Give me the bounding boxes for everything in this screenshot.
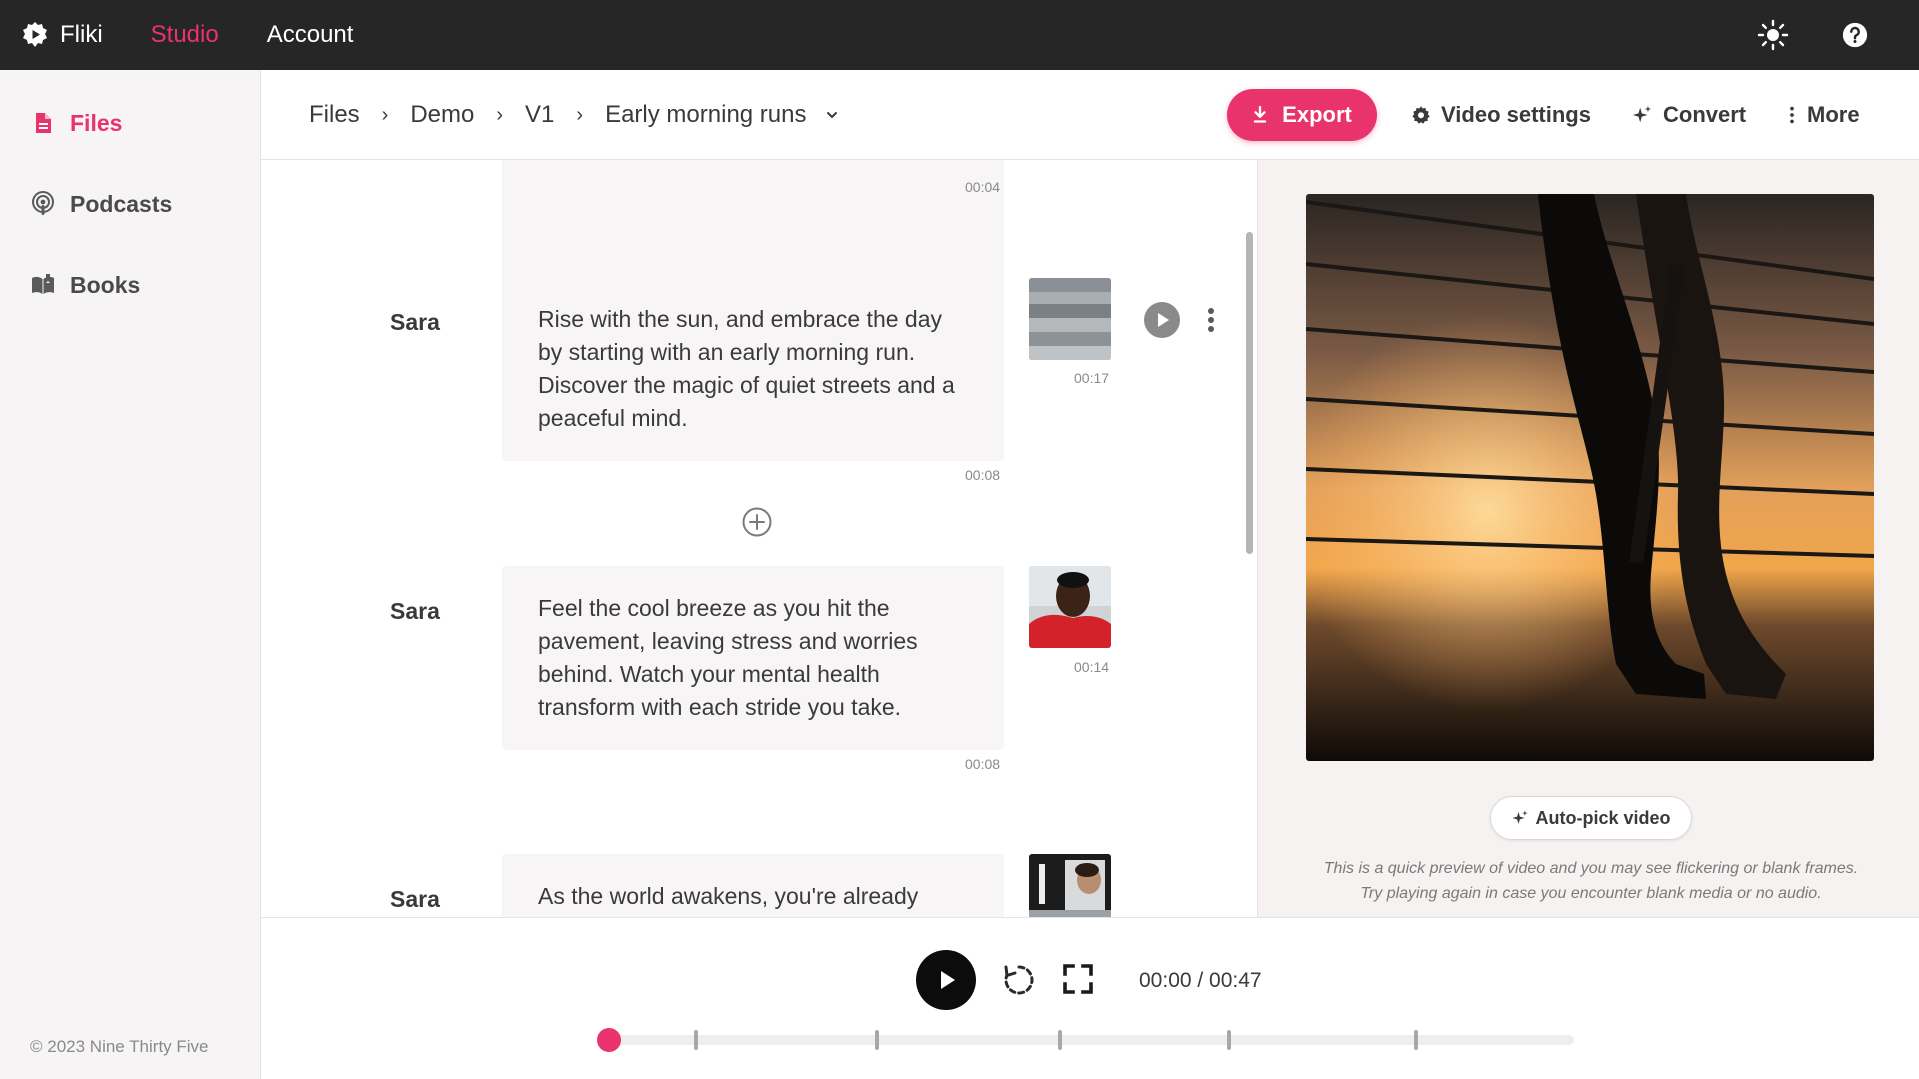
chevron-right-icon: › xyxy=(496,103,504,126)
chevron-right-icon: › xyxy=(576,103,584,126)
scene-text-block[interactable]: Rise with the sun, and embrace the day b… xyxy=(502,277,1004,461)
scene-duration: 00:08 xyxy=(965,467,1001,483)
breadcrumb-demo[interactable]: Demo xyxy=(410,101,474,129)
scene-text-block[interactable]: Feel the cool breeze as you hit the pave… xyxy=(502,566,1004,750)
sidebar-item-label: Books xyxy=(70,271,141,298)
nav-account[interactable]: Account xyxy=(267,21,354,49)
copyright: © 2023 Nine Thirty Five xyxy=(30,1037,209,1056)
player-bar: 00:00 / 00:47 xyxy=(261,917,1919,1079)
kebab-menu-icon xyxy=(1790,106,1794,124)
auto-pick-video-button[interactable]: Auto-pick video xyxy=(1490,796,1692,840)
timeline-track[interactable] xyxy=(598,1035,1574,1045)
play-scene-icon[interactable] xyxy=(1144,302,1180,338)
video-settings-label: Video settings xyxy=(1441,102,1591,127)
scene-marker[interactable] xyxy=(1227,1030,1231,1050)
breadcrumb-v1[interactable]: V1 xyxy=(525,101,554,129)
scene-media-thumbnail[interactable] xyxy=(1029,566,1111,648)
gear-icon xyxy=(1412,106,1430,124)
scene-text-block[interactable]: As the world awakens, you're already xyxy=(502,854,1004,917)
scene-media-thumbnail[interactable] xyxy=(1029,854,1111,917)
auto-pick-video-label: Auto-pick video xyxy=(1535,807,1671,828)
breadcrumb: Files › Demo › V1 › Early morning runs xyxy=(309,70,839,160)
export-button[interactable]: Export xyxy=(1227,89,1377,141)
video-settings-button[interactable]: Video settings xyxy=(1411,89,1591,141)
media-duration: 00:17 xyxy=(1074,370,1110,386)
fullscreen-icon[interactable] xyxy=(1061,962,1095,996)
media-duration: 00:14 xyxy=(1074,659,1110,675)
chevron-right-icon: › xyxy=(381,103,389,126)
scene-marker[interactable] xyxy=(1414,1030,1418,1050)
sidebar-item-podcasts[interactable]: Podcasts xyxy=(30,184,172,224)
preview-note-line: Try playing again in case you encounter … xyxy=(1360,885,1822,902)
download-icon xyxy=(1253,106,1267,123)
help-circle-icon[interactable] xyxy=(1837,17,1873,53)
speaker-name[interactable]: Sara xyxy=(390,598,440,625)
scene-duration: 00:04 xyxy=(965,179,1001,195)
breadcrumb-files[interactable]: Files xyxy=(309,101,360,129)
sidebar-item-books[interactable]: Books xyxy=(30,265,140,305)
replay-icon[interactable] xyxy=(1001,962,1037,998)
script-scrollbar[interactable] xyxy=(1246,232,1253,554)
sparkle-icon xyxy=(1632,105,1652,123)
preview-note: This is a quick preview of video and you… xyxy=(1278,856,1904,906)
video-preview[interactable] xyxy=(1306,194,1874,761)
scene-marker[interactable] xyxy=(875,1030,879,1050)
speaker-name[interactable]: Sara xyxy=(390,886,440,913)
scene-media-thumbnail[interactable] xyxy=(1029,278,1111,360)
sparkle-icon xyxy=(1512,810,1528,824)
preview-panel: Auto-pick video This is a quick preview … xyxy=(1257,160,1919,917)
script-panel: 00:04 Sara Rise with the sun, and embrac… xyxy=(261,160,1257,917)
sidebar-item-files[interactable]: Files xyxy=(30,103,122,143)
scene-duration: 00:08 xyxy=(965,756,1001,772)
scene-marker[interactable] xyxy=(1058,1030,1062,1050)
more-label: More xyxy=(1807,102,1860,127)
chevron-down-icon[interactable] xyxy=(825,108,839,122)
add-scene-icon[interactable] xyxy=(741,506,773,538)
breadcrumb-current-file[interactable]: Early morning runs xyxy=(605,101,806,129)
sidebar-item-label: Podcasts xyxy=(70,190,173,217)
convert-label: Convert xyxy=(1663,102,1747,127)
logo[interactable]: Fliki xyxy=(20,20,103,50)
editor-header: Files › Demo › V1 › Early morning runs E… xyxy=(261,70,1919,160)
app-name: Fliki xyxy=(60,21,103,48)
book-icon xyxy=(32,274,54,294)
file-icon xyxy=(36,113,51,133)
timeline-handle[interactable] xyxy=(597,1028,621,1052)
sidebar-item-label: Files xyxy=(70,109,123,136)
sun-icon[interactable] xyxy=(1755,17,1791,53)
export-label: Export xyxy=(1282,102,1352,127)
play-icon xyxy=(941,971,955,989)
more-button[interactable]: More xyxy=(1787,89,1860,141)
play-button[interactable] xyxy=(916,950,976,1010)
top-bar: Fliki Studio Account xyxy=(0,0,1919,70)
playback-time: 00:00 / 00:47 xyxy=(1139,969,1262,992)
scene-options-icon[interactable] xyxy=(1203,302,1219,338)
preview-note-line: This is a quick preview of video and you… xyxy=(1323,860,1859,877)
fliki-logo-icon xyxy=(23,22,47,47)
sidebar: Files Podcasts Books © 2023 Nine Thirty … xyxy=(0,70,261,1079)
speaker-name[interactable]: Sara xyxy=(390,309,440,336)
podcast-icon xyxy=(32,191,54,215)
convert-button[interactable]: Convert xyxy=(1631,89,1746,141)
scene-marker[interactable] xyxy=(694,1030,698,1050)
nav-studio[interactable]: Studio xyxy=(151,21,219,49)
